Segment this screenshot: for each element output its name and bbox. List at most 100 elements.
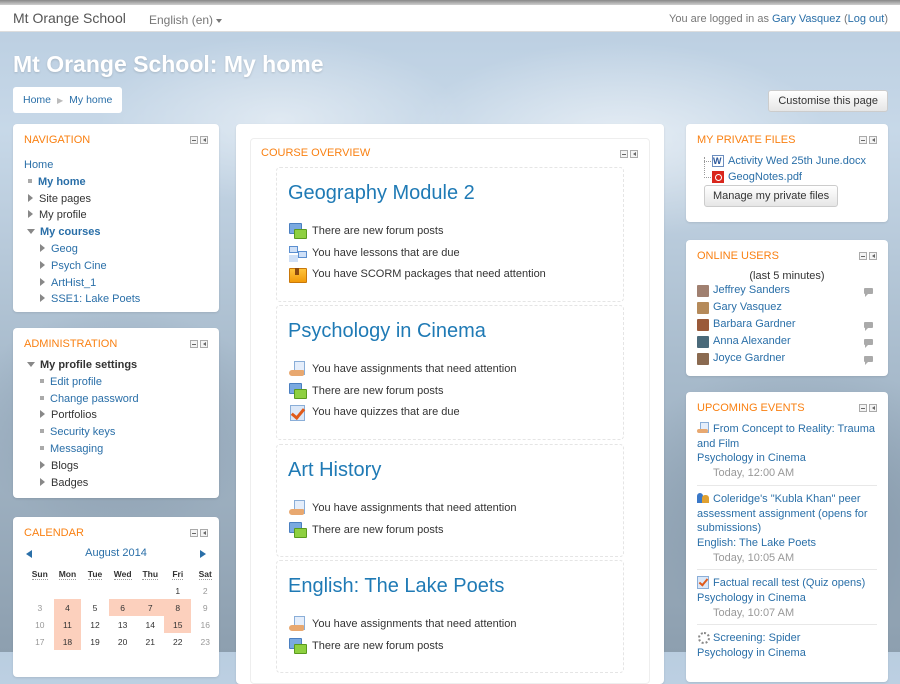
admin-change-password[interactable]: Change password <box>50 393 139 405</box>
expand-arrow-icon[interactable] <box>28 193 33 202</box>
language-menu[interactable]: English (en) <box>149 13 223 27</box>
expand-arrow-icon[interactable] <box>40 277 45 286</box>
event-course-link[interactable]: Psychology in Cinema <box>697 591 877 606</box>
minimize-icon[interactable] <box>620 150 628 158</box>
course-notice[interactable]: There are new forum posts <box>289 221 546 243</box>
next-month-icon[interactable] <box>200 550 206 558</box>
minimize-icon[interactable] <box>859 252 867 260</box>
expand-arrow-icon[interactable] <box>40 477 45 486</box>
admin-badges[interactable]: Badges <box>51 477 88 489</box>
course-notice[interactable]: There are new forum posts <box>289 636 516 658</box>
expand-arrow-icon[interactable] <box>40 244 45 253</box>
admin-my-profile-settings[interactable]: My profile settings <box>40 359 137 371</box>
event-course-link[interactable]: English: The Lake Poets <box>697 536 877 551</box>
admin-blogs[interactable]: Blogs <box>51 460 79 472</box>
calendar-day[interactable]: 4 <box>53 599 82 616</box>
dock-icon[interactable] <box>869 136 877 144</box>
admin-security-keys[interactable]: Security keys <box>50 426 115 438</box>
course-notice[interactable]: You have assignments that need attention <box>289 614 516 636</box>
nav-course-geog[interactable]: Geog <box>51 243 78 255</box>
nav-course-arthist[interactable]: ArtHist_1 <box>51 277 96 289</box>
expand-arrow-icon[interactable] <box>40 294 45 303</box>
site-brand[interactable]: Mt Orange School <box>13 10 126 26</box>
dock-icon[interactable] <box>869 404 877 412</box>
expand-arrow-icon[interactable] <box>28 210 33 219</box>
event-name-link[interactable]: Coleridge's "Kubla Khan" peer assessment… <box>697 493 868 534</box>
block-title: MY PRIVATE FILES <box>697 134 796 146</box>
course-notice[interactable]: You have assignments that need attention <box>289 498 516 520</box>
calendar-day[interactable]: 11 <box>53 616 82 633</box>
calendar-month-link[interactable]: August 2014 <box>24 547 208 559</box>
nav-my-home[interactable]: My home <box>38 176 86 188</box>
collapse-arrow-icon[interactable] <box>27 361 35 367</box>
course-title-link[interactable]: English: The Lake Poets <box>288 575 504 598</box>
expand-arrow-icon[interactable] <box>40 410 45 419</box>
calendar-day[interactable]: 18 <box>53 633 82 650</box>
admin-messaging[interactable]: Messaging <box>50 443 103 455</box>
dock-icon[interactable] <box>200 529 208 537</box>
dock-icon[interactable] <box>200 136 208 144</box>
nav-home[interactable]: Home <box>24 159 53 171</box>
course-title-link[interactable]: Psychology in Cinema <box>288 320 486 343</box>
calendar-day[interactable]: 8 <box>164 599 192 616</box>
send-message-icon[interactable] <box>864 356 873 365</box>
minimize-icon[interactable] <box>190 136 198 144</box>
avatar[interactable] <box>697 301 709 314</box>
minimize-icon[interactable] <box>859 404 867 412</box>
course-notice[interactable]: You have quizzes that are due <box>289 402 516 424</box>
event-course-link[interactable]: Psychology in Cinema <box>697 646 877 661</box>
online-user-link[interactable]: Jeffrey Sanders <box>713 282 790 299</box>
calendar-day[interactable]: 15 <box>164 616 192 633</box>
send-message-icon[interactable] <box>864 288 873 297</box>
expand-arrow-icon[interactable] <box>40 460 45 469</box>
course-title-link[interactable]: Geography Module 2 <box>288 182 475 205</box>
minimize-icon[interactable] <box>859 136 867 144</box>
dock-icon[interactable] <box>869 252 877 260</box>
course-notice[interactable]: There are new forum posts <box>289 520 516 542</box>
minimize-icon[interactable] <box>190 340 198 348</box>
dock-icon[interactable] <box>630 150 638 158</box>
file-link[interactable]: Activity Wed 25th June.docx <box>728 153 866 169</box>
online-user-link[interactable]: Barbara Gardner <box>713 316 796 333</box>
online-user-link[interactable]: Joyce Gardner <box>713 350 785 367</box>
collapse-arrow-icon[interactable] <box>27 228 35 234</box>
nav-site-pages[interactable]: Site pages <box>39 193 91 205</box>
course-notice[interactable]: You have lessons that are due <box>289 243 546 265</box>
course-title-link[interactable]: Art History <box>288 459 381 482</box>
calendar-day[interactable]: 6 <box>108 599 137 616</box>
course-notice[interactable]: You have SCORM packages that need attent… <box>289 264 546 286</box>
course-notice[interactable]: There are new forum posts <box>289 381 516 403</box>
minimize-icon[interactable] <box>190 529 198 537</box>
avatar[interactable] <box>697 318 709 331</box>
avatar[interactable] <box>697 284 709 297</box>
customise-page-button[interactable]: Customise this page <box>768 90 888 112</box>
calendar-day[interactable]: 7 <box>136 599 165 616</box>
admin-portfolios[interactable]: Portfolios <box>51 409 97 421</box>
event-name-link[interactable]: Screening: Spider <box>713 632 800 644</box>
course-notice[interactable]: You have assignments that need attention <box>289 359 516 381</box>
manage-private-files-button[interactable]: Manage my private files <box>704 185 839 207</box>
avatar[interactable] <box>697 335 709 348</box>
event-name-link[interactable]: From Concept to Reality: Trauma and Film <box>697 423 875 450</box>
nav-course-psych-cine[interactable]: Psych Cine <box>51 260 107 272</box>
event-name-link[interactable]: Factual recall test (Quiz opens) <box>713 577 865 589</box>
online-user-link[interactable]: Gary Vasquez <box>713 299 782 316</box>
nav-course-lake-poets[interactable]: SSE1: Lake Poets <box>51 293 140 305</box>
event-course-link[interactable]: Psychology in Cinema <box>697 451 877 466</box>
dock-icon[interactable] <box>200 340 208 348</box>
online-user-link[interactable]: Anna Alexander <box>713 333 791 350</box>
user-profile-link[interactable]: Gary Vasquez <box>772 13 841 25</box>
file-item[interactable]: GeogNotes.pdf <box>704 169 866 185</box>
send-message-icon[interactable] <box>864 322 873 331</box>
avatar[interactable] <box>697 352 709 365</box>
file-link[interactable]: GeogNotes.pdf <box>728 169 802 185</box>
admin-edit-profile[interactable]: Edit profile <box>50 376 102 388</box>
expand-arrow-icon[interactable] <box>40 260 45 269</box>
nav-my-courses[interactable]: My courses <box>40 226 101 238</box>
breadcrumb-home[interactable]: Home <box>23 94 51 106</box>
logout-link[interactable]: Log out <box>848 13 885 25</box>
file-item[interactable]: Activity Wed 25th June.docx <box>704 153 866 169</box>
breadcrumb-my-home[interactable]: My home <box>69 94 112 106</box>
nav-my-profile[interactable]: My profile <box>39 209 87 221</box>
send-message-icon[interactable] <box>864 339 873 348</box>
